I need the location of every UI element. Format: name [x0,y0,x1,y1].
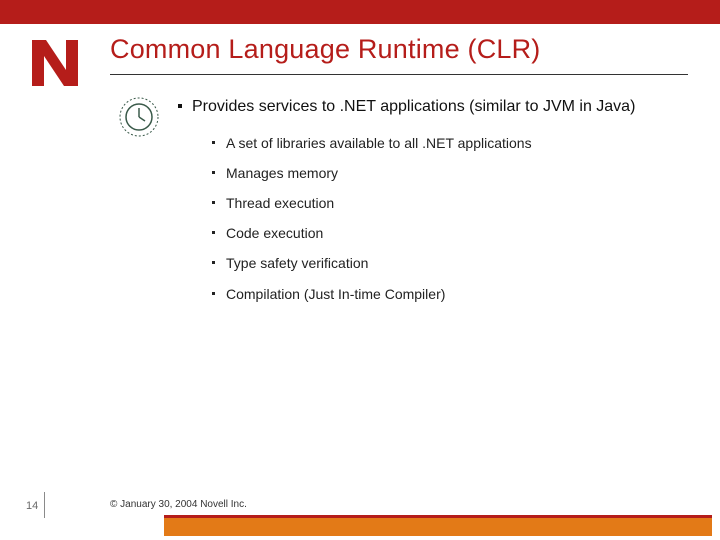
bullet-dot-icon [212,292,215,295]
footer-orange-band [164,518,712,536]
bullet-level2-text: Type safety verification [226,255,368,271]
n-letter-icon [28,36,82,90]
bullet-dot-icon [212,171,215,174]
copyright-text: © January 30, 2004 Novell Inc. [110,499,247,510]
title-underline [110,74,688,75]
bullet-level2-text: A set of libraries available to all .NET… [226,135,532,151]
slide-title: Common Language Runtime (CLR) [110,34,700,65]
bullet-dot-icon [212,261,215,264]
bullet-level2-text: Code execution [226,225,323,241]
page-number-divider [44,492,45,518]
novell-logo [28,36,82,90]
bullet-dot-icon [212,231,215,234]
bullet-level2-text: Thread execution [226,195,334,211]
bullet-level2: Compilation (Just In-time Compiler) [212,285,698,303]
top-red-bar [0,0,720,24]
bullet-level2: Code execution [212,224,698,242]
slide: Common Language Runtime (CLR) Provides s… [0,0,720,540]
clock-bullet-icon [118,96,160,138]
bullet-level1: Provides services to .NET applications (… [178,96,698,118]
bullet-level2: A set of libraries available to all .NET… [212,134,698,152]
bullet-dot-icon [212,141,215,144]
page-number: 14 [26,500,38,512]
bullet-level2: Thread execution [212,194,698,212]
bullet-level2-text: Compilation (Just In-time Compiler) [226,286,445,302]
sub-bullets: A set of libraries available to all .NET… [212,134,698,303]
bullet-level2-text: Manages memory [226,165,338,181]
bullet-level2: Manages memory [212,164,698,182]
bullet-dot-icon [212,201,215,204]
bullet-level1-text: Provides services to .NET applications (… [192,98,635,115]
bullet-dot-icon [178,104,182,108]
bullet-level2: Type safety verification [212,254,698,272]
body-content: Provides services to .NET applications (… [178,96,698,315]
